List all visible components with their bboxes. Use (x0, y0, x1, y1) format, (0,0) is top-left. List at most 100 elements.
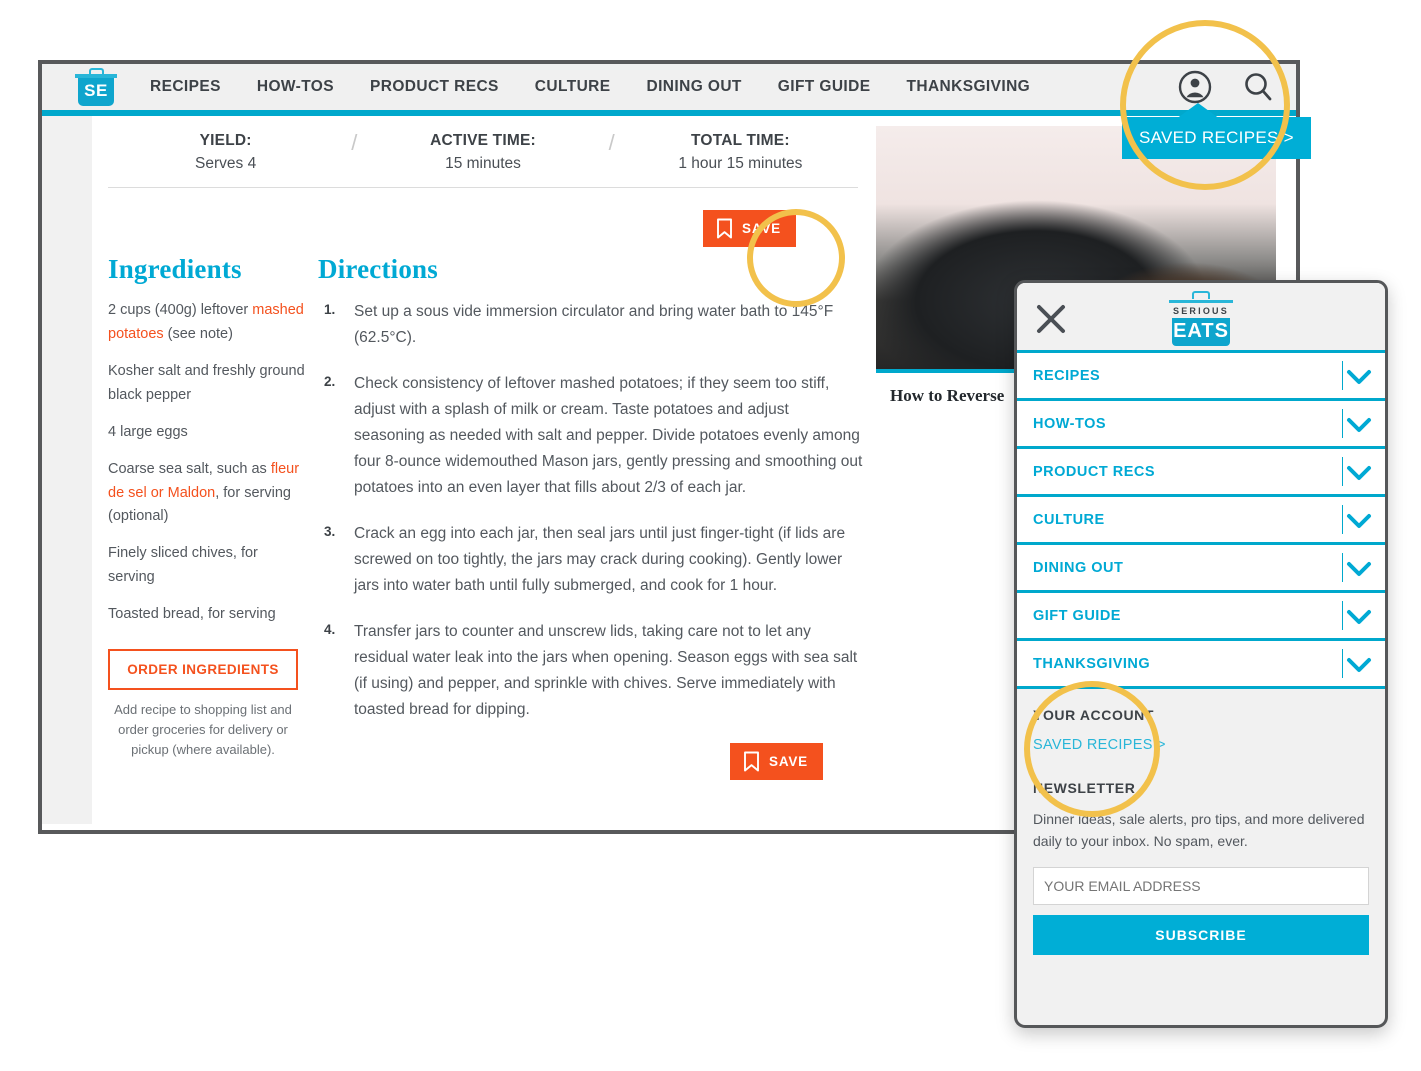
recipe-columns: Ingredients 2 cups (400g) leftover mashe… (92, 254, 876, 781)
mobile-menu-item-divider (1342, 649, 1343, 678)
bookmark-icon (717, 218, 732, 239)
ingredient-text-pre: 2 cups (400g) leftover (108, 302, 253, 318)
directions-column: Directions Set up a sous vide immersion … (318, 254, 863, 781)
direction-step: Check consistency of leftover mashed pot… (324, 371, 863, 497)
mobile-menu-item-label: THANKSGIVING (1033, 655, 1151, 672)
mobile-menu-account-section: YOUR ACCOUNT SAVED RECIPES > (1017, 689, 1385, 754)
nav-link-product-recs[interactable]: PRODUCT RECS (370, 78, 499, 96)
mobile-menu-item-divider (1342, 505, 1343, 534)
directions-list: Set up a sous vide immersion circulator … (318, 299, 863, 723)
ingredient-item: 2 cups (400g) leftover mashed potatoes (… (108, 299, 308, 347)
search-icon[interactable] (1242, 71, 1274, 103)
pot-rim-shape (1169, 300, 1233, 303)
left-gutter (42, 116, 92, 824)
saved-recipes-tooltip[interactable]: SAVED RECIPES > (1122, 117, 1311, 159)
ingredient-item: Finely sliced chives, for serving (108, 542, 308, 590)
account-circle-icon[interactable] (1178, 70, 1212, 104)
chevron-down-icon[interactable] (1345, 559, 1373, 584)
chevron-down-icon[interactable] (1345, 511, 1373, 536)
recipe-meta-row: YIELD: Serves 4 / ACTIVE TIME: 15 minute… (108, 116, 858, 188)
serious-eats-pot-icon: SE (75, 68, 117, 106)
close-icon[interactable] (1035, 303, 1067, 340)
nav-link-how-tos[interactable]: HOW-TOS (257, 78, 334, 96)
mobile-menu-item-divider (1342, 553, 1343, 582)
mobile-menu-item-label: HOW-TOS (1033, 415, 1107, 432)
mobile-menu-item-label: GIFT GUIDE (1033, 607, 1121, 624)
order-ingredients-note: Add recipe to shopping list and order gr… (114, 702, 292, 758)
save-button-label-top: SAVE (742, 221, 781, 236)
direction-step: Crack an egg into each jar, then seal ja… (324, 521, 846, 595)
screenshot-stage: SE RECIPES HOW-TOS PRODUCT RECS CULTURE … (0, 0, 1421, 1071)
mobile-menu-item-label: CULTURE (1033, 511, 1105, 528)
mobile-menu-item-divider (1342, 457, 1343, 486)
site-navbar: SE RECIPES HOW-TOS PRODUCT RECS CULTURE … (42, 64, 1296, 116)
mobile-menu-item-divider (1342, 601, 1343, 630)
save-row-top: SAVE (92, 188, 876, 254)
nav-link-dining-out[interactable]: DINING OUT (647, 78, 742, 96)
mobile-menu-item-gift-guide[interactable]: GIFT GUIDE (1017, 593, 1385, 641)
meta-active-time-label: ACTIVE TIME: (430, 132, 536, 149)
mobile-menu-item-dining-out[interactable]: DINING OUT (1017, 545, 1385, 593)
logo-initials: SE (78, 78, 114, 106)
meta-total-time-value: 1 hour 15 minutes (678, 155, 803, 172)
mobile-menu-item-label: RECIPES (1033, 367, 1101, 384)
save-recipe-button-bottom[interactable]: SAVE (730, 743, 823, 781)
ingredients-column: Ingredients 2 cups (400g) leftover mashe… (108, 254, 308, 780)
logo-eats-text: EATS (1172, 318, 1230, 346)
meta-yield-label: YIELD: (199, 132, 252, 149)
chevron-down-icon[interactable] (1345, 607, 1373, 632)
site-logo[interactable]: SE (42, 68, 150, 106)
mobile-menu-logo[interactable]: SERIOUS EATS (1169, 291, 1233, 346)
ingredients-heading: Ingredients (108, 254, 242, 284)
ingredient-text-pre: 4 large eggs (108, 423, 188, 440)
saved-recipes-link[interactable]: SAVED RECIPES > (1033, 737, 1166, 753)
nav-link-culture[interactable]: CULTURE (535, 78, 611, 96)
newsletter-title: NEWSLETTER (1033, 780, 1136, 796)
mobile-menu-item-thanksgiving[interactable]: THANKSGIVING (1017, 641, 1385, 689)
nav-link-thanksgiving[interactable]: THANKSGIVING (906, 78, 1030, 96)
ingredient-text-post: (see note) (163, 325, 233, 342)
meta-active-time: ACTIVE TIME: 15 minutes (430, 132, 536, 173)
mobile-menu-panel: SERIOUS EATS RECIPES HOW-TOS PRODUCT REC… (1014, 280, 1388, 1028)
mobile-menu-item-product-recs[interactable]: PRODUCT RECS (1017, 449, 1385, 497)
ingredient-text-pre: Finely sliced chives, for serving (108, 545, 258, 586)
ingredient-text-pre: Coarse sea salt, such as (108, 460, 271, 477)
navbar-links: RECIPES HOW-TOS PRODUCT RECS CULTURE DIN… (150, 78, 1178, 96)
chevron-down-icon[interactable] (1345, 463, 1373, 488)
email-input[interactable] (1033, 866, 1369, 905)
mobile-menu-newsletter-section: NEWSLETTER Dinner ideas, sale alerts, pr… (1017, 754, 1385, 955)
direction-step: Set up a sous vide immersion circulator … (324, 299, 834, 347)
mobile-menu-item-label: DINING OUT (1033, 559, 1124, 576)
meta-separator-1: / (351, 130, 358, 155)
recipe-content-column: YIELD: Serves 4 / ACTIVE TIME: 15 minute… (92, 116, 876, 824)
chevron-down-icon[interactable] (1345, 367, 1373, 392)
chevron-down-icon[interactable] (1345, 655, 1373, 680)
your-account-title: YOUR ACCOUNT (1033, 707, 1155, 723)
order-ingredients-button[interactable]: ORDER INGREDIENTS (108, 649, 298, 691)
mobile-menu-header: SERIOUS EATS (1017, 283, 1385, 353)
meta-total-time-label: TOTAL TIME: (691, 132, 790, 149)
nav-link-recipes[interactable]: RECIPES (150, 78, 221, 96)
meta-separator-2: / (608, 130, 615, 155)
meta-yield: YIELD: Serves 4 (195, 132, 256, 173)
directions-heading: Directions (318, 254, 438, 284)
nav-link-gift-guide[interactable]: GIFT GUIDE (778, 78, 871, 96)
ingredient-item: Kosher salt and freshly ground black pep… (108, 360, 308, 408)
meta-active-time-value: 15 minutes (445, 155, 521, 172)
save-recipe-button-top[interactable]: SAVE (703, 210, 796, 247)
ingredient-item: Coarse sea salt, such as fleur de sel or… (108, 458, 308, 530)
mobile-menu-item-recipes[interactable]: RECIPES (1017, 353, 1385, 401)
mobile-menu-item-divider (1342, 409, 1343, 438)
save-button-label-bottom: SAVE (769, 754, 808, 770)
save-row-bottom: SAVE (318, 743, 863, 781)
mobile-menu-item-how-tos[interactable]: HOW-TOS (1017, 401, 1385, 449)
direction-step: Transfer jars to counter and unscrew lid… (324, 619, 858, 719)
subscribe-button[interactable]: SUBSCRIBE (1033, 914, 1369, 955)
bookmark-icon (744, 751, 759, 772)
meta-total-time: TOTAL TIME: 1 hour 15 minutes (678, 132, 802, 173)
chevron-down-icon[interactable] (1345, 415, 1373, 440)
meta-yield-value: Serves 4 (195, 155, 257, 172)
mobile-menu-item-label: PRODUCT RECS (1033, 463, 1156, 480)
mobile-menu-item-culture[interactable]: CULTURE (1017, 497, 1385, 545)
pot-handle-shape (1192, 291, 1210, 299)
